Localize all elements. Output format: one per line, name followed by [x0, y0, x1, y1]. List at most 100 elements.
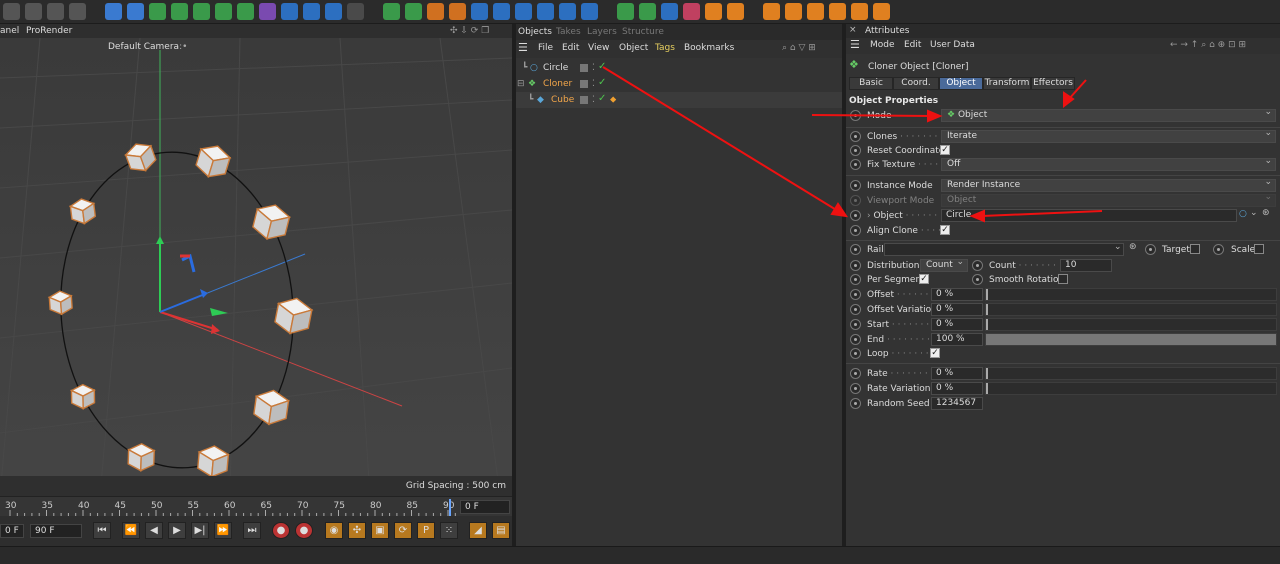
animate-radio[interactable] [850, 398, 861, 409]
menu-edit[interactable]: Edit [904, 40, 921, 50]
smooth-rotation-checkbox[interactable] [1058, 274, 1068, 284]
start-frame-field[interactable]: 0 F [0, 524, 24, 538]
hamburger-icon[interactable]: ☰ [850, 38, 860, 51]
viewport-menu-panel[interactable]: anel [0, 26, 19, 36]
key-icon[interactable] [683, 3, 700, 20]
end-frame-field[interactable]: 0 F [460, 500, 510, 514]
offset-variation-field[interactable]: 0 % [931, 303, 983, 316]
scale-icon[interactable] [449, 3, 466, 20]
tag-icon[interactable]: ⬥ [610, 95, 616, 105]
tab-takes[interactable]: Takes [556, 27, 581, 37]
animate-radio[interactable] [972, 274, 983, 285]
visibility-dots-icon[interactable]: ⁚ [592, 79, 595, 89]
nav-arrows-icon[interactable]: ← → ↑ ⌕ ⌂ ⊕ ⊡ ⊞ [1170, 40, 1246, 50]
clones-dropdown[interactable]: Iterate [941, 128, 1276, 143]
menu-object[interactable]: Object [619, 43, 648, 53]
tab-structure[interactable]: Structure [622, 27, 664, 37]
timeline-ruler[interactable]: 30 35 40 45 50 55 60 65 70 75 80 85 90 0 F [0, 496, 512, 517]
mode-dropdown[interactable]: ❖ Object [941, 107, 1276, 122]
loop-checkbox[interactable]: ✓ [930, 348, 940, 358]
knife-icon[interactable] [705, 3, 722, 20]
fix-texture-dropdown[interactable]: Off [941, 156, 1276, 171]
start-slider[interactable] [985, 318, 1277, 331]
animate-radio[interactable] [850, 383, 861, 394]
tab-transform[interactable]: Transform [983, 77, 1031, 90]
animate-radio[interactable] [850, 210, 861, 221]
animate-radio[interactable] [850, 145, 861, 156]
texture-icon[interactable] [661, 3, 678, 20]
animate-radio[interactable] [850, 159, 861, 170]
render-icon[interactable] [493, 3, 510, 20]
layer-swatch[interactable] [580, 80, 588, 88]
animate-radio[interactable] [850, 244, 861, 255]
object-row-circle[interactable]: ┗ ○ Circle ⁚ ✓ [516, 60, 842, 76]
animate-radio[interactable] [850, 274, 861, 285]
rate-variation-slider[interactable] [985, 382, 1277, 395]
tab-object[interactable]: Object [939, 77, 983, 90]
object-link-field[interactable]: Circle [941, 209, 1237, 222]
loop-icon[interactable] [763, 3, 780, 20]
next-key-button[interactable]: ⏩ [214, 522, 232, 539]
redo-icon[interactable] [25, 3, 42, 20]
bulb-icon[interactable] [405, 3, 422, 20]
floor-icon[interactable] [347, 3, 364, 20]
move-icon[interactable] [427, 3, 444, 20]
animate-radio[interactable] [850, 319, 861, 330]
animate-radio[interactable] [850, 110, 861, 121]
menu-edit[interactable]: Edit [562, 43, 579, 53]
animate-radio[interactable] [972, 260, 983, 271]
per-segment-checkbox[interactable]: ✓ [919, 274, 929, 284]
render-region-icon[interactable] [515, 3, 532, 20]
animate-radio[interactable] [850, 348, 861, 359]
instance-mode-dropdown[interactable]: Render Instance [941, 177, 1276, 192]
animate-radio[interactable] [850, 260, 861, 271]
go-to-start-button[interactable]: ⏮ [93, 522, 111, 539]
clone-cube[interactable] [69, 383, 96, 410]
menu-tags[interactable]: Tags [655, 43, 675, 53]
camera-icon[interactable] [303, 3, 320, 20]
pla-key-button[interactable]: ⁙ [440, 522, 458, 539]
go-to-end-button[interactable]: ⏭ [243, 522, 261, 539]
pick-object-icon[interactable]: ⊛ [1129, 242, 1137, 252]
pick-object-icon[interactable]: ⊛ [1262, 208, 1270, 218]
tab-basic[interactable]: Basic [849, 77, 893, 90]
object-row-cube[interactable]: ┗ ◆ Cube ⁚ ✓ ⬥ [516, 92, 842, 108]
animate-radio[interactable] [850, 225, 861, 236]
play-icon-icon[interactable] [105, 3, 122, 20]
visibility-dots-icon[interactable]: ⁚ [592, 95, 595, 105]
animate-radio[interactable] [850, 304, 861, 315]
rail-link-field[interactable] [884, 243, 1124, 256]
next-frame-button[interactable]: ▶| [191, 522, 209, 539]
3d-viewport[interactable]: Default Camera:• [0, 38, 512, 496]
tab-effectors[interactable]: Effectors [1031, 77, 1075, 90]
effectors-icon[interactable] [383, 3, 400, 20]
animate-radio[interactable] [850, 289, 861, 300]
end-slider[interactable] [985, 333, 1277, 346]
count-field[interactable]: 10 [1060, 259, 1112, 272]
hair-icon[interactable] [559, 3, 576, 20]
extrude-icon[interactable] [785, 3, 802, 20]
distribution-dropdown[interactable]: Count [920, 257, 968, 272]
animate-radio[interactable] [850, 334, 861, 345]
material-icon[interactable] [617, 3, 634, 20]
animate-radio[interactable] [1213, 244, 1224, 255]
start-field[interactable]: 0 % [931, 318, 983, 331]
tab-layers[interactable]: Layers [587, 27, 617, 37]
menu-view[interactable]: View [588, 43, 609, 53]
rotate-icon[interactable] [471, 3, 488, 20]
tab-objects[interactable]: Objects [518, 27, 552, 37]
hamburger-icon[interactable]: ☰ [518, 41, 528, 54]
layer-swatch[interactable] [580, 96, 588, 104]
spline-icon[interactable] [171, 3, 188, 20]
offset-field[interactable]: 0 % [931, 288, 983, 301]
random-seed-field[interactable]: 1234567 [931, 397, 983, 410]
target-checkbox[interactable] [1190, 244, 1200, 254]
animate-radio[interactable] [850, 131, 861, 142]
enabled-check-icon[interactable]: ✓ [598, 93, 606, 104]
sky-icon[interactable] [639, 3, 656, 20]
paint-icon[interactable] [851, 3, 868, 20]
position-key-button[interactable]: ✣ [348, 522, 366, 539]
rate-slider[interactable] [985, 367, 1277, 380]
previous-frame-button[interactable]: ◀ [145, 522, 163, 539]
max-frame-field[interactable]: 90 F [30, 524, 82, 538]
